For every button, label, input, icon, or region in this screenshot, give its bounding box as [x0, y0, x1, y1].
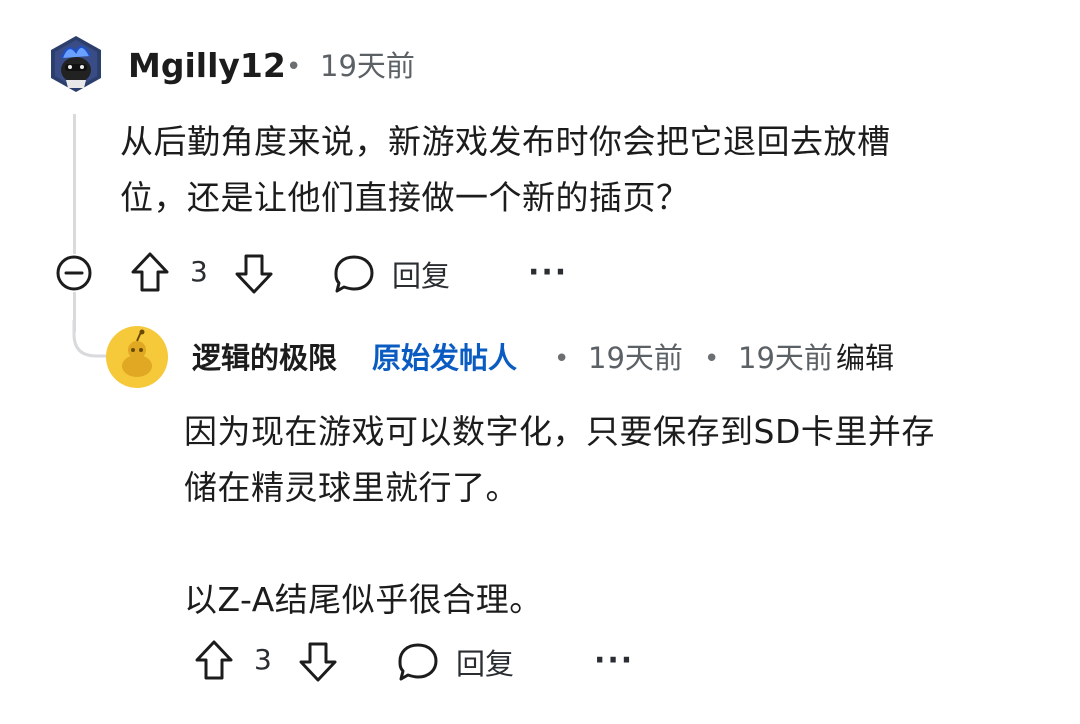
avatar-op[interactable]	[106, 326, 168, 388]
thread-line-upper	[73, 114, 76, 254]
meta-separator: •	[286, 52, 302, 82]
comment-author[interactable]: Mgilly12	[128, 42, 286, 90]
comment-body-line: 以Z-A结尾似乎很合理。	[184, 580, 543, 619]
arrow-down-icon	[299, 642, 337, 682]
meta-separator: •	[704, 344, 720, 374]
downvote-button[interactable]	[296, 638, 340, 684]
avatar-mgilly12[interactable]	[48, 34, 104, 94]
reply-button[interactable]: 回复	[396, 640, 514, 684]
comment-body-line: 位，还是让他们直接做一个新的插页？	[120, 178, 690, 217]
arrow-up-icon	[195, 640, 233, 680]
comment-body-line: 因为现在游戏可以数字化，只要保存到SD卡里并存	[184, 412, 935, 451]
edited-timestamp: 19天前	[738, 341, 833, 375]
arrow-up-icon	[131, 252, 169, 292]
upvote-button[interactable]	[192, 638, 236, 684]
comment-author[interactable]: 逻辑的极限	[192, 334, 337, 382]
vote-count: 3	[190, 255, 208, 288]
arrow-down-icon	[235, 254, 273, 294]
comment-body: 因为现在游戏可以数字化，只要保存到SD卡里并存 储在精灵球里就行了。 以Z-A结…	[184, 404, 1064, 628]
upvote-button[interactable]	[128, 250, 172, 296]
collapse-thread-button[interactable]	[54, 253, 94, 293]
more-options-button[interactable]: ···	[528, 255, 568, 290]
comment-body-line: 从后勤角度来说，新游戏发布时你会把它退回去放槽	[120, 122, 891, 161]
comment-timestamp: 19天前	[320, 49, 415, 83]
comment-timestamp: 19天前	[588, 341, 683, 375]
comment-bubble-icon	[398, 643, 438, 681]
minus-circle-icon	[56, 255, 92, 291]
reply-label: 回复	[392, 259, 451, 293]
edited-label: 编辑	[836, 341, 895, 375]
comment-body-line: 储在精灵球里就行了。	[184, 468, 519, 507]
reply-label: 回复	[456, 647, 515, 681]
meta-separator: •	[554, 344, 570, 374]
more-options-button[interactable]: ···	[594, 643, 634, 678]
comment-body: 从后勤角度来说，新游戏发布时你会把它退回去放槽 位，还是让他们直接做一个新的插页…	[120, 114, 1020, 226]
reply-button[interactable]: 回复	[332, 252, 450, 296]
vote-count: 3	[254, 643, 272, 676]
comment-bubble-icon	[334, 255, 374, 293]
op-badge: 原始发帖人	[372, 341, 518, 375]
downvote-button[interactable]	[232, 250, 276, 296]
